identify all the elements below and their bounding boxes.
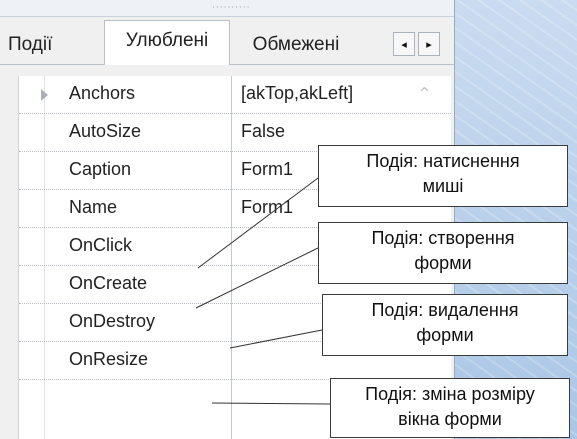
callout-line: форми bbox=[414, 253, 472, 273]
event-name: OnDestroy bbox=[69, 311, 156, 331]
property-value[interactable]: Form1 bbox=[241, 197, 293, 218]
callout-line: Подія: створення bbox=[371, 228, 515, 248]
property-name: AutoSize bbox=[69, 121, 142, 141]
tab-scroll-right-button[interactable]: ▸ bbox=[418, 32, 440, 56]
callout-onresize: Подія: зміна розміру вікна форми bbox=[330, 378, 570, 438]
callout-line: Подія: натиснення bbox=[366, 151, 520, 171]
callout-line: форми bbox=[416, 325, 474, 345]
property-value[interactable]: [akTop,akLeft] bbox=[241, 83, 353, 104]
desktop-background bbox=[455, 0, 577, 439]
property-value[interactable]: False bbox=[241, 121, 285, 142]
tab-favorites[interactable]: Улюблені bbox=[104, 20, 230, 65]
callout-line: вікна форми bbox=[398, 409, 502, 429]
callout-line: Подія: зміна розміру bbox=[365, 384, 535, 404]
property-name: Anchors bbox=[69, 83, 136, 103]
dropdown-arrow-icon[interactable]: ^ bbox=[419, 86, 430, 101]
callout-ondestroy: Подія: видалення форми bbox=[322, 294, 568, 356]
callout-line: Подія: видалення bbox=[371, 300, 519, 320]
property-name: Caption bbox=[69, 159, 132, 179]
event-name: OnClick bbox=[69, 235, 133, 255]
expand-arrow-icon[interactable] bbox=[41, 89, 48, 101]
callout-onclick: Подія: натиснення миші bbox=[318, 145, 568, 207]
tab-events[interactable]: Події bbox=[0, 26, 104, 63]
property-name: Name bbox=[69, 197, 118, 217]
inspector-tabs: Події Улюблені Обмежені ◂ ▸ bbox=[0, 20, 454, 65]
property-value[interactable]: Form1 bbox=[241, 159, 293, 180]
callout-line: миші bbox=[422, 176, 464, 196]
tab-scroll-left-button[interactable]: ◂ bbox=[393, 32, 415, 56]
grip-dots-icon: ·········· bbox=[212, 3, 251, 13]
property-row-anchors[interactable]: Anchors [akTop,akLeft] ^ bbox=[19, 76, 451, 114]
callout-oncreate: Подія: створення форми bbox=[318, 222, 568, 284]
panel-drag-header[interactable]: ·········· bbox=[0, 0, 454, 17]
event-name: OnResize bbox=[69, 349, 149, 369]
tab-restricted[interactable]: Обмежені bbox=[232, 26, 360, 63]
object-inspector-panel: ·········· Події Улюблені Обмежені ◂ ▸ A… bbox=[0, 0, 455, 439]
event-name: OnCreate bbox=[69, 273, 148, 293]
